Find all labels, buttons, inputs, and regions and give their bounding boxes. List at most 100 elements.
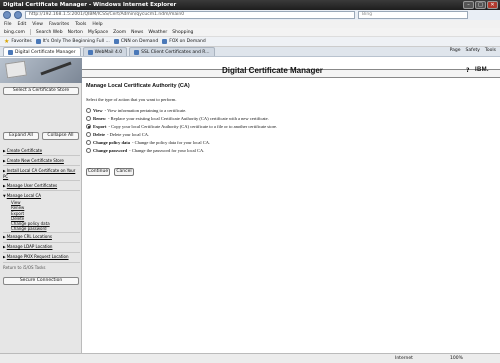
option-export[interactable]: Export - Copy your local Certificate Aut… <box>86 124 277 129</box>
tab-label: WebMail 4.0 <box>94 49 123 55</box>
favorites-label: Favorites <box>11 39 32 44</box>
expand-arrow-icon: ▶ <box>3 148 6 153</box>
sidebar-item-manage-crl[interactable]: ▶Manage CRL Locations <box>3 233 80 243</box>
return-link[interactable]: Return to i5/OS Tasks <box>3 263 80 270</box>
option-name: Change password <box>93 148 128 153</box>
radio-renew[interactable] <box>86 116 91 121</box>
menu-help[interactable]: Help <box>92 22 102 27</box>
radio-view[interactable] <box>86 108 91 113</box>
link-weather[interactable]: Weather <box>148 30 167 35</box>
close-button[interactable]: ✕ <box>487 1 498 9</box>
instructions: Select the type of action that you want … <box>86 97 177 102</box>
favorite-label: FOX on Demand <box>169 39 206 44</box>
option-description: - Replace your existing local Certificat… <box>108 116 269 121</box>
sidebar-item-manage-ldap[interactable]: ▶Manage LDAP Location <box>3 243 80 253</box>
sidebar-item-manage-pkix[interactable]: ▶Manage PKIX Request Location <box>3 253 80 263</box>
tab-label: Digital Certificate Manager <box>15 49 76 55</box>
sidebar-item-manage-local-ca[interactable]: ▼Manage Local CA <box>3 191 80 200</box>
cancel-button[interactable]: Cancel <box>114 168 134 176</box>
tools-menu[interactable]: Tools <box>485 48 496 53</box>
address-bar: http://192.168.1.5:2001/QIBM/ICSS/Cert/A… <box>0 10 500 20</box>
continue-button[interactable]: Continue <box>86 168 110 176</box>
zoom-level[interactable]: 100% <box>450 356 463 361</box>
menu-edit[interactable]: Edit <box>18 22 27 27</box>
favorites-button[interactable]: ★ Favorites <box>4 38 32 45</box>
status-bar: Internet 100% <box>0 353 500 363</box>
tab-bar: Digital Certificate Manager WebMail 4.0 … <box>0 47 500 57</box>
favorite-link[interactable]: It's Only The Beginning Full ... <box>35 39 110 44</box>
secure-connection-button[interactable]: Secure Connection <box>3 277 79 285</box>
security-zone: Internet <box>395 356 413 361</box>
favorite-link[interactable]: CNN on Demand <box>113 39 159 44</box>
link-shopping[interactable]: Shopping <box>172 30 193 35</box>
menu-view[interactable]: View <box>32 22 43 27</box>
favorite-label: It's Only The Beginning Full ... <box>42 39 110 44</box>
menu-bar: File Edit View Favorites Tools Help <box>0 20 500 28</box>
page-icon <box>8 49 13 55</box>
ibm-logo: IBM. <box>475 67 489 73</box>
search-field[interactable]: Bing <box>358 11 468 19</box>
tab-digital-certificate-manager[interactable]: Digital Certificate Manager <box>3 47 81 56</box>
option-name: Renew <box>93 116 106 121</box>
option-description: - Change the policy data for your local … <box>132 140 211 145</box>
option-name: View <box>93 108 103 113</box>
radio-change-policy-data[interactable] <box>86 140 91 145</box>
favorite-label: CNN on Demand <box>120 39 159 44</box>
select-store-button[interactable]: Select a Certificate Store <box>3 87 79 95</box>
radio-export[interactable] <box>86 124 91 129</box>
back-button[interactable] <box>3 11 11 19</box>
link-zoom[interactable]: Zoom <box>113 30 126 35</box>
menu-file[interactable]: File <box>4 22 12 27</box>
page-menu[interactable]: Page <box>450 48 461 53</box>
help-icon[interactable]: ? <box>466 67 469 74</box>
tab-webmail[interactable]: WebMail 4.0 <box>82 47 128 56</box>
option-description: - Delete your local CA. <box>107 132 150 137</box>
expand-all-button[interactable]: Expand All <box>3 132 39 140</box>
safety-menu[interactable]: Safety <box>466 48 480 53</box>
menu-tools[interactable]: Tools <box>75 22 86 27</box>
option-change-policy-data[interactable]: Change policy data - Change the policy d… <box>86 140 210 145</box>
window-titlebar: Digital Certificate Manager - Windows In… <box>0 0 500 10</box>
forward-button[interactable] <box>14 11 22 19</box>
sidebar-item-create-store[interactable]: ▶Create New Certificate Store <box>3 156 80 166</box>
option-change-password[interactable]: Change password - Change the password fo… <box>86 148 204 153</box>
radio-change-password[interactable] <box>86 148 91 153</box>
minimize-button[interactable]: – <box>463 1 474 9</box>
menu-favorites[interactable]: Favorites <box>49 22 69 27</box>
page-icon <box>87 49 93 55</box>
option-renew[interactable]: Renew - Replace your existing local Cert… <box>86 116 269 121</box>
maximize-button[interactable]: □ <box>475 1 486 9</box>
page-icon <box>35 39 41 44</box>
option-name: Export <box>93 124 107 129</box>
option-view[interactable]: View - View information pertaining to a … <box>86 108 186 113</box>
sidebar-item-create-certificate[interactable]: ▶Create Certificate <box>3 146 80 156</box>
favorite-link[interactable]: FOX on Demand <box>162 39 206 44</box>
favorites-bar: ★ Favorites It's Only The Beginning Full… <box>0 37 500 47</box>
option-name: Delete <box>93 132 105 137</box>
link-norton[interactable]: Norton <box>68 30 83 35</box>
sidebar-item-install-ca[interactable]: ▶Install Local CA Certificate on Your PC <box>3 166 80 181</box>
tab-ssl-client-certificates[interactable]: SSL Client Certificates and R... <box>129 47 215 56</box>
header-image <box>0 58 82 83</box>
option-delete[interactable]: Delete - Delete your local CA. <box>86 132 149 137</box>
option-description: - View information pertaining to a certi… <box>104 108 187 113</box>
sidebar-item-manage-user-certificates[interactable]: ▶Manage User Certificates <box>3 181 80 191</box>
option-name: Change policy data <box>93 140 131 145</box>
window-controls: – □ ✕ <box>463 1 498 9</box>
radio-delete[interactable] <box>86 132 91 137</box>
option-description: - Change the password for your local CA. <box>129 148 205 153</box>
page-icon <box>162 39 168 44</box>
task-nav: ▶Create Certificate ▶Create New Certific… <box>3 146 80 270</box>
separator <box>29 29 31 35</box>
link-bing[interactable]: bing.com <box>4 30 25 35</box>
url-field[interactable]: http://192.168.1.5:2001/QIBM/ICSS/Cert/A… <box>25 11 355 19</box>
sidebar: Select a Certificate Store Expand All Co… <box>0 83 82 353</box>
expand-arrow-icon: ▶ <box>3 158 6 163</box>
link-search-web[interactable]: Search Web <box>36 30 63 35</box>
link-news[interactable]: News <box>131 30 143 35</box>
expand-arrow-icon: ▶ <box>3 183 6 188</box>
link-myspace[interactable]: MySpace <box>88 30 108 35</box>
collapse-all-button[interactable]: Collapse All <box>42 132 79 140</box>
app-title: Digital Certificate Manager <box>222 66 323 75</box>
option-description: - Copy your local Certificate Authority … <box>108 124 278 129</box>
